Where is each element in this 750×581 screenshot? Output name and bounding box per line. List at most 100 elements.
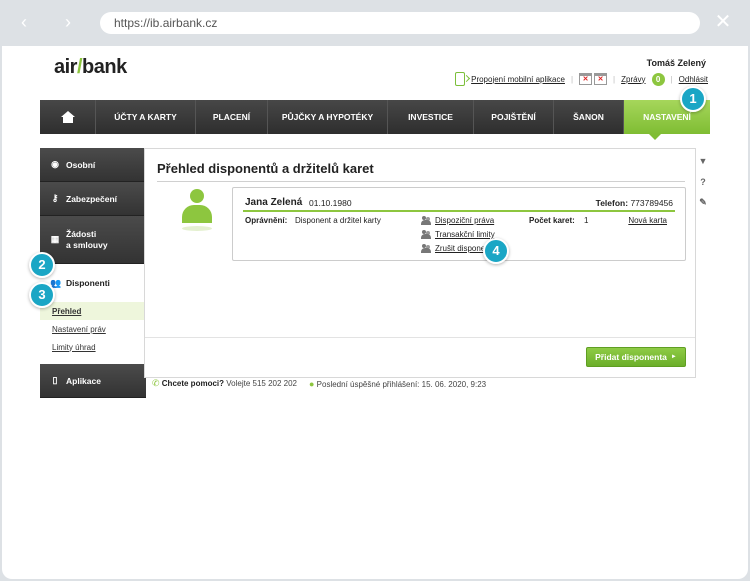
logo-air: air bbox=[54, 56, 77, 78]
transaction-limits-link[interactable]: Transakční limity bbox=[435, 230, 495, 239]
disponent-dob: 01.10.1980 bbox=[309, 198, 352, 208]
overview-link[interactable]: Přehled bbox=[52, 307, 81, 316]
phone-icon: ▯ bbox=[52, 375, 58, 385]
arrow-right-icon: ► bbox=[670, 354, 677, 360]
step-marker: 3 bbox=[29, 282, 55, 308]
people-icon bbox=[421, 244, 431, 253]
grid-icon: ▦ bbox=[50, 234, 60, 244]
sidebar-item-personal[interactable]: ◉ Osobní bbox=[40, 148, 146, 182]
sidebar-sub-overview[interactable]: Přehled bbox=[40, 302, 146, 320]
active-nav-pointer bbox=[649, 134, 661, 140]
page: air/bank Tomáš Zelený Propojení mobilní … bbox=[2, 46, 748, 579]
sidebar-sub-limits[interactable]: Limity úhrad bbox=[40, 338, 146, 356]
sidebar-item-label: Zabezpečení bbox=[66, 193, 118, 204]
card-divider bbox=[243, 210, 675, 212]
messages-count-badge: 0 bbox=[651, 72, 665, 86]
last-login-text: Poslední úspěšné přihlášení: 15. 06. 202… bbox=[316, 379, 487, 389]
add-disponent-label: Přidat disponenta bbox=[595, 352, 667, 362]
step-marker: 2 bbox=[29, 252, 55, 278]
nav-accounts-cards[interactable]: ÚČTY A KARTY bbox=[96, 100, 196, 134]
help-bold: Chcete pomoci? bbox=[161, 379, 225, 388]
people-icon bbox=[421, 216, 431, 225]
people-icon bbox=[421, 230, 431, 239]
step-marker: 1 bbox=[680, 86, 706, 112]
forward-icon[interactable]: › bbox=[58, 12, 78, 32]
calendar-icon: ✕ bbox=[579, 73, 593, 85]
airbank-logo[interactable]: air/bank bbox=[54, 56, 127, 79]
help-text: Volejte 515 202 202 bbox=[226, 379, 297, 388]
footer-divider bbox=[145, 337, 695, 338]
sidebar-spacer bbox=[40, 356, 146, 364]
phone-value: 773789456 bbox=[630, 198, 673, 208]
main-nav: ÚČTY A KARTY PLACENÍ PŮJČKY A HYPOTÉKY I… bbox=[40, 100, 710, 134]
phone-label: Telefon: bbox=[595, 198, 629, 208]
close-icon[interactable]: ✕ bbox=[712, 11, 734, 33]
page-footer: ✆ Chcete pomoci? Volejte 515 202 202 ● P… bbox=[152, 378, 486, 389]
nav-investments[interactable]: INVESTICE bbox=[388, 100, 474, 134]
dispositional-rights-link[interactable]: Dispoziční práva bbox=[435, 216, 494, 225]
permission-value: Disponent a držitel karty bbox=[295, 216, 381, 225]
last-login-info: ● Poslední úspěšné přihlášení: 15. 06. 2… bbox=[309, 379, 486, 389]
nav-sanon[interactable]: ŠANON bbox=[554, 100, 624, 134]
card-count-value: 1 bbox=[584, 216, 589, 225]
mobile-app-link[interactable]: Propojení mobilní aplikace bbox=[471, 75, 565, 84]
separator: | bbox=[613, 74, 616, 84]
logo-bank: bank bbox=[82, 56, 127, 78]
content-panel: Přehled disponentů a držitelů karet bbox=[144, 148, 696, 378]
help-icon[interactable]: ? bbox=[698, 177, 708, 189]
disponent-name: Jana Zelená bbox=[245, 197, 303, 208]
sidebar: ◉ Osobní ⚷ Zabezpečení ▦ Žádosti a smlouv… bbox=[40, 148, 146, 398]
page-title: Přehled disponentů a držitelů karet bbox=[157, 161, 374, 176]
add-disponent-button[interactable]: Přidat disponenta ► bbox=[586, 347, 686, 367]
sidebar-item-requests[interactable]: ▦ Žádosti a smlouvy bbox=[40, 216, 146, 264]
nav-insurance[interactable]: POJIŠTĚNÍ bbox=[474, 100, 554, 134]
sidebar-sub-rights[interactable]: Nastavení práv bbox=[40, 320, 146, 338]
pin-icon[interactable]: ▼ bbox=[698, 156, 708, 168]
label-line-1: Žádosti bbox=[66, 228, 97, 239]
sidebar-item-label: Disponenti bbox=[66, 278, 110, 288]
avatar-body bbox=[182, 205, 212, 223]
home-icon bbox=[60, 111, 75, 123]
calendar-icon: ✕ bbox=[594, 73, 608, 85]
nav-loans[interactable]: PŮJČKY A HYPOTÉKY bbox=[268, 100, 388, 134]
disponent-card: Jana Zelená 01.10.1980 Telefon: 77378945… bbox=[232, 187, 686, 261]
title-divider bbox=[157, 181, 685, 182]
avatar-shadow bbox=[182, 226, 212, 231]
sidebar-item-apps[interactable]: ▯ Aplikace bbox=[40, 364, 146, 398]
browser-chrome: ‹ › https://ib.airbank.cz ✕ bbox=[0, 0, 750, 46]
back-icon[interactable]: ‹ bbox=[14, 12, 34, 32]
sidebar-item-security[interactable]: ⚷ Zabezpečení bbox=[40, 182, 146, 216]
nav-payments[interactable]: PLACENÍ bbox=[196, 100, 268, 134]
user-avatar bbox=[180, 189, 214, 235]
help-info: ✆ Chcete pomoci? Volejte 515 202 202 bbox=[152, 378, 297, 389]
rights-link[interactable]: Nastavení práv bbox=[52, 325, 106, 334]
user-icon: ● bbox=[308, 378, 315, 389]
limits-link[interactable]: Limity úhrad bbox=[52, 343, 96, 352]
address-bar[interactable]: https://ib.airbank.cz bbox=[100, 12, 700, 34]
key-icon: ⚷ bbox=[51, 193, 59, 203]
permission-label: Oprávnění: bbox=[245, 216, 288, 225]
action-transaction-limits[interactable]: Transakční limity bbox=[421, 230, 495, 239]
separator: | bbox=[570, 74, 574, 84]
disponent-phone: Telefon: 773789456 bbox=[596, 198, 673, 208]
top-links: Propojení mobilní aplikace | ✕ ✕ | Zpráv… bbox=[455, 71, 708, 87]
card-count-label: Počet karet: bbox=[529, 216, 575, 225]
user-name: Tomáš Zelený bbox=[646, 58, 706, 68]
nav-home[interactable] bbox=[40, 100, 96, 134]
sidebar-item-label: Osobní bbox=[66, 159, 96, 170]
step-marker: 4 bbox=[483, 238, 509, 264]
messages-link[interactable]: Zprávy bbox=[621, 75, 645, 84]
logout-link[interactable]: Odhlásit bbox=[679, 75, 708, 84]
sidebar-item-label: Žádosti a smlouvy bbox=[66, 229, 108, 251]
separator: | bbox=[670, 74, 673, 84]
avatar-head bbox=[190, 189, 204, 203]
action-dispositional-rights[interactable]: Dispoziční práva bbox=[421, 216, 494, 225]
edit-icon[interactable]: ✎ bbox=[698, 197, 708, 209]
sidebar-item-label: Aplikace bbox=[66, 375, 101, 386]
eye-icon: ◉ bbox=[51, 159, 59, 169]
phone-handset-icon: ✆ bbox=[152, 378, 160, 388]
mobile-link-icon bbox=[455, 72, 466, 86]
new-card-link[interactable]: Nová karta bbox=[628, 216, 667, 225]
calendar-icons[interactable]: ✕ ✕ bbox=[579, 73, 608, 85]
sidebar-item-disponents[interactable]: 👥 Disponenti bbox=[40, 264, 146, 302]
